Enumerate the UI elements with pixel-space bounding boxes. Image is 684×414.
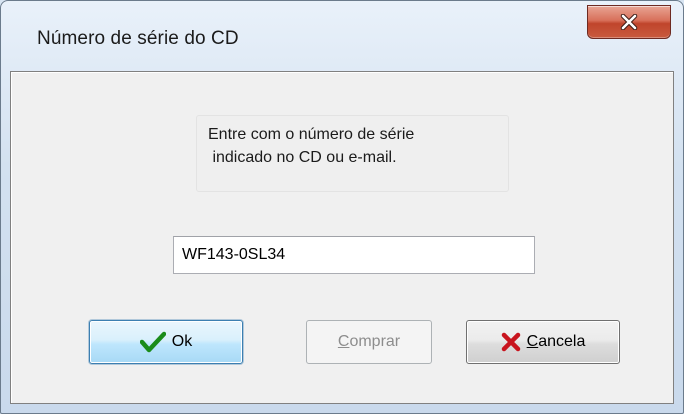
- dialog-window: Número de série do CD Entre com o número…: [0, 0, 684, 414]
- instruction-panel: Entre com o número de série indicado no …: [196, 115, 509, 192]
- x-icon: [501, 332, 521, 352]
- cancel-button[interactable]: Cancela: [466, 320, 620, 364]
- cancel-label-rest: ancela: [538, 333, 586, 350]
- title-bar[interactable]: Número de série do CD: [1, 1, 683, 71]
- buy-mnemonic: C: [337, 333, 350, 350]
- serial-number-input[interactable]: [173, 236, 535, 274]
- buy-button[interactable]: Comprar: [306, 320, 432, 364]
- close-button[interactable]: [587, 5, 671, 39]
- close-icon: [620, 14, 638, 30]
- ok-button-label: Ok: [171, 333, 193, 350]
- ok-button[interactable]: Ok: [89, 320, 243, 364]
- instruction-line-1: Entre com o número de série: [208, 126, 415, 143]
- buy-button-label: Comprar: [338, 333, 400, 351]
- check-icon: [139, 331, 166, 353]
- cancel-button-label: Cancela: [527, 333, 586, 351]
- buy-label-rest: omprar: [349, 333, 401, 350]
- cancel-mnemonic: C: [526, 333, 539, 350]
- window-title: Número de série do CD: [37, 28, 239, 49]
- dialog-body: Entre com o número de série indicado no …: [10, 71, 674, 404]
- instruction-line-2: indicado no CD ou e-mail.: [208, 149, 397, 166]
